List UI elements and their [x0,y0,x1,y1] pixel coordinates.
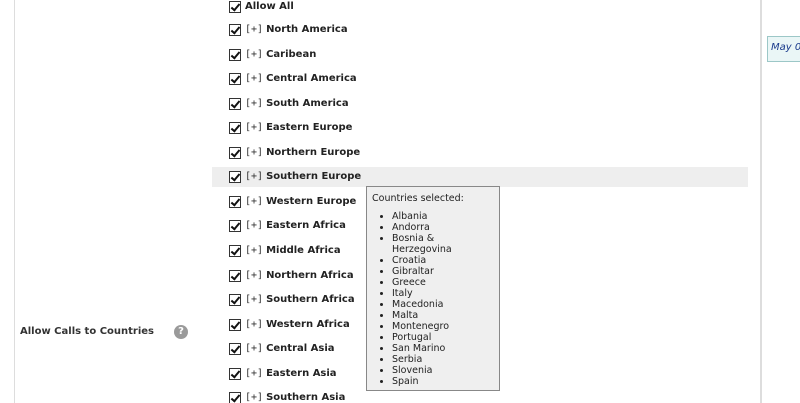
region-row-caribean[interactable]: [+] Caribean [212,45,748,65]
expand-toggle[interactable]: [+] [245,196,263,207]
country-item: Malta [392,310,495,321]
date-snippet: May 0. [767,36,800,62]
region-row-south-america[interactable]: [+] South America [212,94,748,114]
country-item: San Marino [392,343,495,354]
expand-toggle[interactable]: [+] [245,147,263,158]
expand-toggle[interactable]: [+] [245,319,263,330]
country-item: Andorra [392,222,495,233]
region-name: Middle Africa [266,244,341,256]
expand-toggle[interactable]: [+] [245,49,263,60]
expand-toggle[interactable]: [+] [245,220,263,231]
region-row-central-america[interactable]: [+] Central America [212,69,748,89]
region-checkbox[interactable] [229,24,241,36]
country-item: Gibraltar [392,266,495,277]
region-checkbox[interactable] [229,122,241,135]
region-name: Eastern Asia [266,367,337,379]
region-checkbox[interactable] [229,97,241,110]
region-name: North America [266,24,348,35]
field-label: Allow Calls to Countries [20,326,155,337]
expand-toggle[interactable]: [+] [245,24,263,35]
region-checkbox[interactable] [229,244,241,257]
country-item: Slovenia [392,365,495,376]
region-name: Central Asia [266,343,335,355]
region-checkbox[interactable] [229,318,241,331]
expand-toggle[interactable]: [+] [245,368,263,379]
country-item: Macedonia [392,299,495,310]
region-checkbox[interactable] [229,269,241,282]
country-item: Italy [392,288,495,299]
region-row-north-america[interactable]: [+] North America [212,20,748,40]
region-name: Central America [266,73,357,85]
country-item: Montenegro [392,321,495,332]
region-label: [+] Caribean [245,45,316,65]
expand-toggle[interactable]: [+] [245,171,263,182]
tooltip-title: Countries selected: [372,193,464,204]
region-name: Southern Europe [266,171,362,183]
region-checkbox[interactable] [229,171,241,184]
page: Allow Calls to Countries ? May 0. Allow … [0,0,800,403]
region-name: Northern Europe [266,146,361,158]
region-label: [+] Central America [245,69,357,89]
region-checkbox[interactable] [229,392,241,403]
expand-toggle[interactable]: [+] [245,98,263,109]
region-label: [+] Eastern Asia [245,364,337,384]
region-name: Northern Africa [266,269,354,281]
label-column [14,0,197,403]
region-label: [+] Central Asia [245,339,335,359]
region-label: [+] Western Europe [245,192,356,212]
region-row-southern-europe[interactable]: [+] Southern Europe [212,167,748,188]
region-label: [+] South America [245,94,349,114]
region-checkbox[interactable] [229,294,241,307]
help-icon[interactable]: ? [174,325,188,339]
expand-toggle[interactable]: [+] [245,343,263,354]
region-checkbox[interactable] [229,73,241,86]
expand-toggle[interactable]: [+] [245,245,263,256]
region-checkbox[interactable] [229,48,241,61]
expand-toggle[interactable]: [+] [245,294,263,305]
region-label: [+] Northern Europe [245,143,360,163]
region-checkbox[interactable] [229,195,241,208]
country-item: Greece [392,277,495,288]
region-name: Eastern Africa [266,220,346,232]
region-name: Southern Africa [266,294,355,306]
country-item: Spain [392,376,495,387]
allow-all-label: Allow All [245,1,294,12]
allow-all-checkbox[interactable] [229,1,241,13]
country-item: Bosnia & Herzegovina [392,233,495,255]
region-label: [+] Eastern Europe [245,118,352,138]
expand-toggle[interactable]: [+] [245,270,263,281]
expand-toggle[interactable]: [+] [245,122,263,133]
region-name: South America [266,97,349,109]
allow-all-row[interactable]: Allow All [212,0,748,17]
country-item: Serbia [392,354,495,365]
region-checkbox[interactable] [229,343,241,356]
countries-tooltip: Countries selected: AlbaniaAndorraBosnia… [366,186,500,391]
region-name: Western Africa [266,318,350,330]
region-label: [+] North America [245,20,348,40]
region-label: [+] Southern Africa [245,290,355,310]
expand-toggle[interactable]: [+] [245,73,263,84]
region-row-northern-europe[interactable]: [+] Northern Europe [212,143,748,163]
country-item: Portugal [392,332,495,343]
region-name: Eastern Europe [266,122,353,134]
region-label: [+] Middle Africa [245,241,341,261]
region-label: [+] Western Africa [245,315,350,335]
region-label: [+] Southern Asia [245,388,345,403]
region-name: Caribean [266,48,317,60]
expand-toggle[interactable]: [+] [245,392,263,403]
region-label: [+] Eastern Africa [245,216,346,236]
region-checkbox[interactable] [229,146,241,159]
region-name: Western Europe [266,195,357,207]
region-checkbox[interactable] [229,367,241,380]
region-label: [+] Southern Europe [245,167,361,187]
country-item: Albania [392,211,495,222]
region-label: [+] Northern Africa [245,266,354,286]
region-name: Southern Asia [266,392,346,403]
region-checkbox[interactable] [229,220,241,233]
country-list: AlbaniaAndorraBosnia & HerzegovinaCroati… [372,211,495,387]
region-row-eastern-europe[interactable]: [+] Eastern Europe [212,118,748,138]
country-item: Croatia [392,255,495,266]
